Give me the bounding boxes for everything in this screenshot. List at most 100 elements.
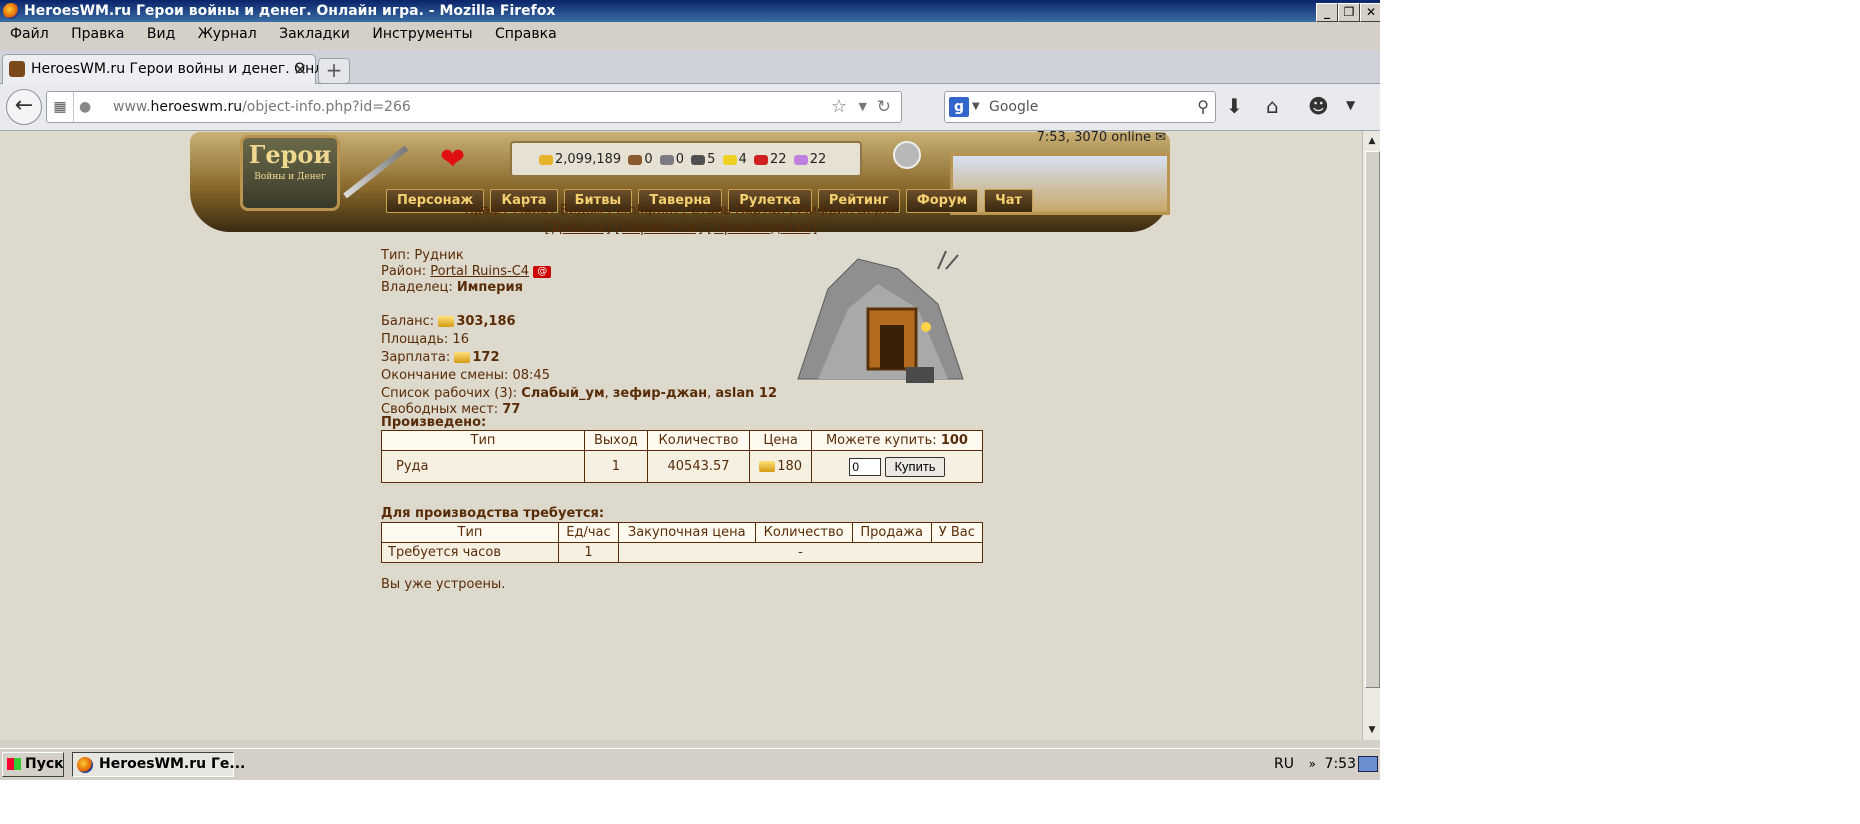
object-links[interactable]: Крафт Молот Ведьм | emkgmm | Сталь Порта… — [0, 203, 1362, 218]
download-icon[interactable]: ⬇ — [1226, 94, 1243, 118]
header-sale: Продажа — [851, 522, 932, 543]
scroll-up-icon[interactable]: ▲ — [1364, 133, 1380, 149]
search-placeholder: Google — [989, 99, 1039, 115]
crystal-icon — [754, 154, 768, 165]
required-title: Для производства требуется: — [381, 506, 605, 521]
sulfur-value: 4 — [738, 152, 747, 167]
resources-panel: 2,099,189 0 0 5 4 22 22 — [510, 141, 862, 177]
back-button[interactable]: ← — [6, 89, 42, 125]
taskbar: Пуск HeroesWM.ru Ге... RU » 7:53 — [0, 748, 1380, 779]
header-you-have: У Вас — [930, 522, 984, 543]
google-icon[interactable]: g — [949, 97, 969, 117]
addon-icon[interactable]: ☻ — [1308, 94, 1329, 118]
wood-value: 0 — [644, 152, 653, 167]
header-can-buy: Можете купить: 100 — [810, 430, 984, 451]
buy-quantity-input[interactable] — [849, 457, 882, 476]
toolbar-menu-icon[interactable]: ▼ — [1346, 98, 1355, 112]
url-text[interactable]: www.heroeswm.ru/object-info.php?id=266 — [113, 92, 411, 122]
heart-icon[interactable]: ❤ — [440, 145, 465, 175]
worker-link[interactable]: Слабый_ум — [521, 386, 604, 401]
scroll-thumb[interactable] — [1365, 151, 1380, 688]
scroll-down-icon[interactable]: ▼ — [1364, 722, 1380, 738]
cell-buy: Купить — [810, 450, 984, 483]
online-counter: 7:53, 3070 online ✉ — [1036, 131, 1166, 145]
clock-icon[interactable] — [893, 141, 921, 169]
firefox-icon — [77, 757, 93, 773]
url-dropdown-icon[interactable]: ▼ — [859, 92, 867, 122]
menu-tools[interactable]: Инструменты — [362, 23, 480, 42]
wood-icon — [628, 154, 643, 165]
window-title: HeroesWM.ru Герои войны и денег. Онлайн … — [24, 3, 556, 19]
vertical-scrollbar[interactable]: ▲ ▼ — [1362, 131, 1380, 740]
header-output: Выход — [584, 430, 648, 451]
url-bar[interactable]: ▦ ● www.heroeswm.ru/object-info.php?id=2… — [46, 91, 902, 123]
header-quantity: Количество — [646, 430, 751, 451]
shift-end-value: 08:45 — [512, 368, 550, 383]
tab-groups-icon[interactable]: ▦ — [47, 92, 74, 122]
minimize-button[interactable]: _ — [1316, 3, 1338, 22]
district-link[interactable]: Portal Ruins-C4 — [430, 264, 529, 279]
favicon-icon — [9, 61, 25, 77]
mine-image — [797, 250, 964, 383]
bookmark-star-icon[interactable]: ☆ — [831, 92, 847, 122]
menu-edit[interactable]: Правка — [61, 23, 132, 42]
screen: HeroesWM.ru Герои войны и денег. Онлайн … — [0, 0, 1380, 780]
worker-link[interactable]: зефир-джан — [613, 386, 707, 401]
link-mining[interactable]: Добыча — [552, 221, 604, 236]
cell-price: 180 — [749, 450, 812, 483]
window-titlebar: HeroesWM.ru Герои войны и денег. Онлайн … — [0, 0, 1380, 22]
menu-history[interactable]: Журнал — [188, 23, 265, 42]
table-row: Руда 1 40543.57 180 Купить — [381, 450, 984, 483]
gold-icon — [539, 154, 553, 165]
start-button[interactable]: Пуск — [2, 752, 64, 777]
search-icon[interactable]: ⚲ — [1197, 92, 1209, 122]
tab-close-icon[interactable]: ✕ — [294, 55, 307, 84]
mail-icon[interactable]: ✉ — [1155, 131, 1166, 145]
gems-icon — [793, 154, 808, 165]
table-row: Требуется часов 1 - — [381, 542, 984, 563]
tray-expand-icon[interactable]: » — [1309, 749, 1316, 779]
menu-file[interactable]: Файл — [0, 23, 57, 42]
crystal-value: 22 — [770, 152, 787, 167]
buy-button[interactable]: Купить — [885, 456, 945, 477]
reload-icon[interactable]: ↻ — [877, 92, 891, 122]
object-categories: [Добыча] [Обработка] [Производство] — [544, 221, 818, 236]
menu-help[interactable]: Справка — [485, 23, 565, 42]
globe-icon: ● — [79, 99, 92, 115]
header-per-hour: Ед/час — [558, 522, 619, 543]
link-production[interactable]: Производство — [714, 221, 810, 236]
object-info: Тип: Рудник Район: Portal Ruins-C4 @ Вла… — [381, 248, 778, 417]
header-type: Тип — [381, 522, 559, 543]
game-logo[interactable]: Герои Войны и Денег — [240, 135, 340, 211]
at-icon[interactable]: @ — [533, 265, 552, 278]
mercury-icon — [691, 154, 706, 165]
new-tab-button[interactable]: + — [318, 58, 350, 84]
worker-link[interactable]: aslan 12 — [715, 386, 777, 401]
taskbar-item-firefox[interactable]: HeroesWM.ru Ге... — [72, 752, 245, 777]
cell-per-hour: 1 — [558, 542, 619, 563]
tray-clock[interactable]: 7:53 — [1325, 749, 1356, 779]
cell-type: Руда — [381, 450, 585, 483]
maximize-button[interactable]: ❐ — [1338, 3, 1360, 22]
header-purchase-price: Закупочная цена — [617, 522, 756, 543]
search-bar[interactable]: g ▼ Google ⚲ — [944, 91, 1216, 123]
close-button[interactable]: ✕ — [1360, 3, 1380, 22]
menu-view[interactable]: Вид — [137, 23, 183, 42]
cell-dash: - — [617, 542, 984, 563]
link-processing[interactable]: Обработка — [622, 221, 696, 236]
menu-bookmarks[interactable]: Закладки — [269, 23, 358, 42]
produced-title: Произведено: — [381, 415, 487, 430]
search-engine-dropdown-icon[interactable]: ▼ — [972, 92, 980, 122]
tab-heroeswm[interactable]: HeroesWM.ru Герои войны и денег. Онла...… — [2, 54, 345, 84]
gold-value: 2,099,189 — [555, 152, 622, 167]
navigation-bar: ← ▦ ● www.heroeswm.ru/object-info.php?id… — [0, 84, 1380, 131]
network-icon[interactable] — [1358, 756, 1378, 772]
language-indicator[interactable]: RU — [1274, 749, 1294, 779]
page-content: Герои Войны и Денег ❤ 2,099,189 0 0 5 4 … — [0, 131, 1362, 740]
object-type: Рудник — [414, 248, 464, 263]
gold-icon — [454, 352, 471, 363]
area-value: 16 — [452, 332, 469, 347]
home-icon[interactable]: ⌂ — [1266, 94, 1279, 118]
employment-status: Вы уже устроены. — [381, 577, 506, 592]
cell-quantity: 40543.57 — [646, 450, 751, 483]
